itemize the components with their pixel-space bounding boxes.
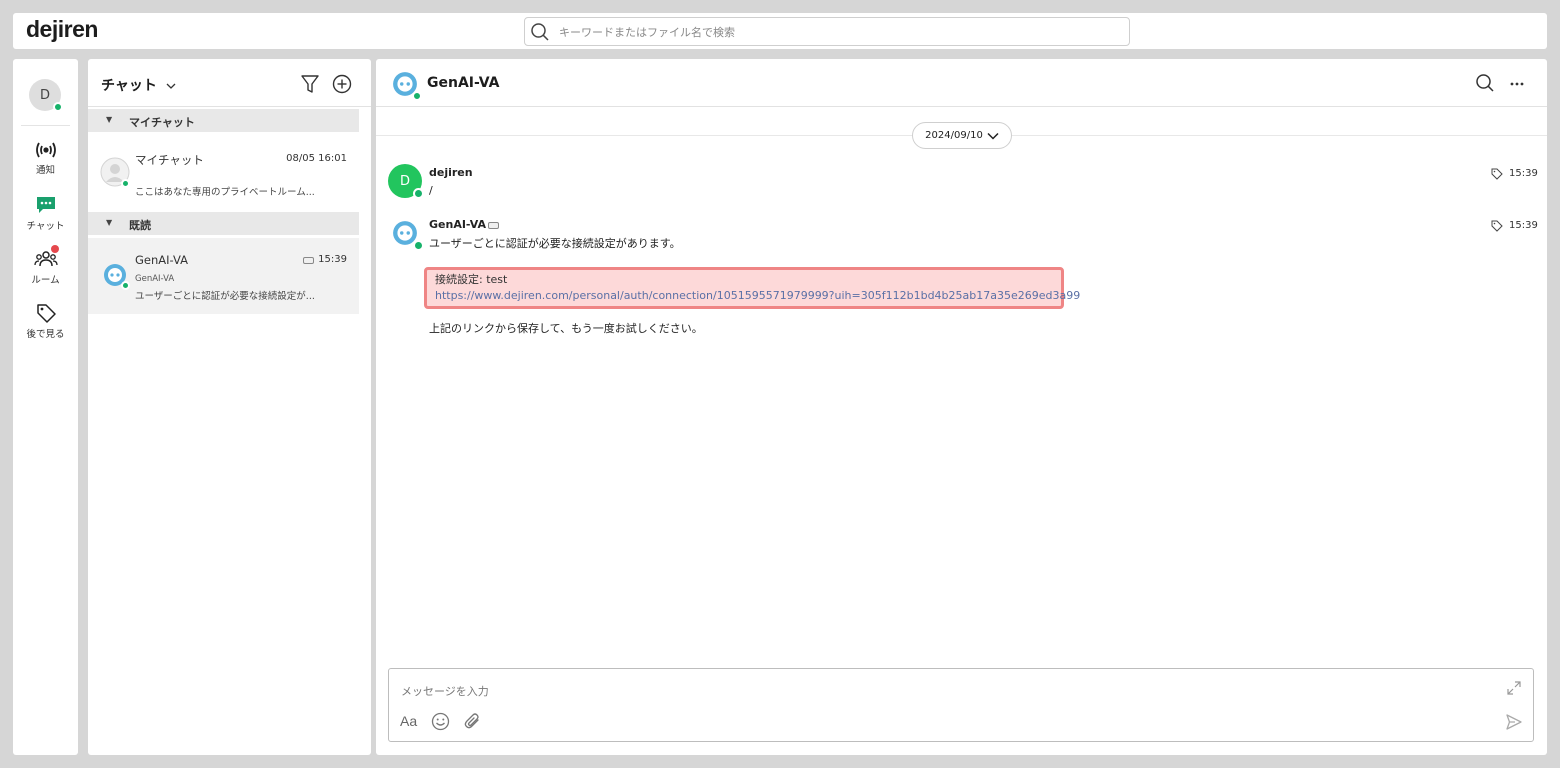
emoji-icon[interactable] xyxy=(431,712,450,731)
message-sender[interactable]: GenAI-VA xyxy=(429,218,486,231)
section-read[interactable]: ▼ 既読 xyxy=(88,212,359,235)
search-icon[interactable] xyxy=(1475,73,1495,93)
chat-list-title[interactable]: チャット xyxy=(101,75,176,95)
message-time: 15:39 xyxy=(1509,220,1538,231)
chat-item-preview: ユーザーごとに認証が必要な接続設定が... xyxy=(135,291,315,302)
chevron-down-icon xyxy=(987,132,999,140)
chevron-down-icon xyxy=(166,83,176,89)
top-bar: dejiren xyxy=(13,13,1547,49)
online-indicator xyxy=(121,179,130,188)
online-indicator xyxy=(121,281,130,290)
search-input[interactable] xyxy=(559,22,1119,42)
unread-badge xyxy=(51,245,59,253)
message-composer: Aa xyxy=(388,668,1534,742)
chat-list-title-text: チャット xyxy=(101,78,157,94)
rail-label-later: 後で見る xyxy=(26,329,65,340)
bot-badge-icon xyxy=(488,222,499,229)
tag-icon[interactable] xyxy=(1491,220,1503,232)
online-indicator xyxy=(413,188,424,199)
chat-list-header: チャット xyxy=(88,59,371,107)
message-sender[interactable]: dejiren xyxy=(429,166,473,179)
chat-item-genai-va[interactable]: GenAI-VA 15:39 GenAI-VA ユーザーごとに認証が必要な接続設… xyxy=(88,238,359,314)
message-input[interactable] xyxy=(401,681,1481,701)
section-label: 既読 xyxy=(129,219,151,232)
rail-label-rooms: ルーム xyxy=(31,275,60,286)
filter-icon[interactable] xyxy=(299,73,321,95)
date-selector[interactable]: 2024/09/10 xyxy=(912,122,1012,149)
chat-item-preview: ここはあなた専用のプライベートルーム... xyxy=(135,187,315,198)
chat-item-name: GenAI-VA xyxy=(135,253,189,267)
bot-badge-icon xyxy=(303,257,314,264)
chat-item-time: 15:39 xyxy=(318,254,347,265)
rail-item-chat[interactable]: チャット xyxy=(13,195,78,241)
message-footer-text: 上記のリンクから保存して、もう一度お試しください。 xyxy=(429,322,703,335)
rail-label-chat: チャット xyxy=(26,221,65,232)
format-button[interactable]: Aa xyxy=(400,713,417,729)
broadcast-icon xyxy=(35,142,56,158)
online-indicator xyxy=(53,102,63,112)
connection-auth-link[interactable]: https://www.dejiren.com/personal/auth/co… xyxy=(435,289,1080,302)
rail-item-rooms[interactable]: ルーム xyxy=(13,245,78,295)
rail-label-notifications: 通知 xyxy=(35,165,55,176)
conversation-header: GenAI-VA xyxy=(376,59,1547,107)
message-text: ユーザーごとに認証が必要な接続設定があります。 xyxy=(429,237,681,250)
online-indicator xyxy=(412,91,422,101)
add-chat-icon[interactable] xyxy=(331,73,353,95)
rail-divider xyxy=(21,125,70,126)
left-rail: D 通知 チャット ルーム 後で見る xyxy=(13,59,78,755)
conversation-panel: GenAI-VA 2024/09/10 D dejiren / 15:39 Ge… xyxy=(376,59,1547,755)
online-indicator xyxy=(413,240,424,251)
conversation-title: GenAI-VA xyxy=(427,75,500,91)
app-logo[interactable]: dejiren xyxy=(26,16,98,43)
chat-item-sender: GenAI-VA xyxy=(135,274,175,284)
date-label: 2024/09/10 xyxy=(925,130,983,141)
section-label: マイチャット xyxy=(129,116,195,129)
tag-icon xyxy=(36,304,56,323)
collapse-triangle-icon: ▼ xyxy=(106,115,113,124)
search-icon xyxy=(531,23,549,41)
chat-item-my-chat[interactable]: マイチャット 08/05 16:01 ここはあなた専用のプライベートルーム... xyxy=(88,137,359,213)
rail-item-notifications[interactable]: 通知 xyxy=(13,141,78,187)
chat-list-panel: チャット ▼ マイチャット マイチャット 08/05 16:01 ここはあなた専… xyxy=(88,59,371,755)
expand-icon[interactable] xyxy=(1506,680,1522,696)
chat-item-time: 08/05 16:01 xyxy=(286,153,347,164)
message-text: / xyxy=(429,184,433,197)
more-icon[interactable] xyxy=(1509,81,1525,87)
attachment-icon[interactable] xyxy=(463,712,482,731)
send-icon[interactable] xyxy=(1505,713,1523,731)
rail-item-later[interactable]: 後で見る xyxy=(13,303,78,349)
global-search[interactable] xyxy=(524,17,1130,46)
connection-setting-box: 接続設定: test https://www.dejiren.com/perso… xyxy=(424,267,1080,309)
connection-setting-label: 接続設定: test xyxy=(435,273,508,286)
message-time: 15:39 xyxy=(1509,168,1538,179)
section-my-chat[interactable]: ▼ マイチャット xyxy=(88,109,359,132)
chat-item-name: マイチャット xyxy=(135,153,204,167)
chat-icon xyxy=(36,197,55,213)
collapse-triangle-icon: ▼ xyxy=(106,218,113,227)
tag-icon[interactable] xyxy=(1491,168,1503,180)
